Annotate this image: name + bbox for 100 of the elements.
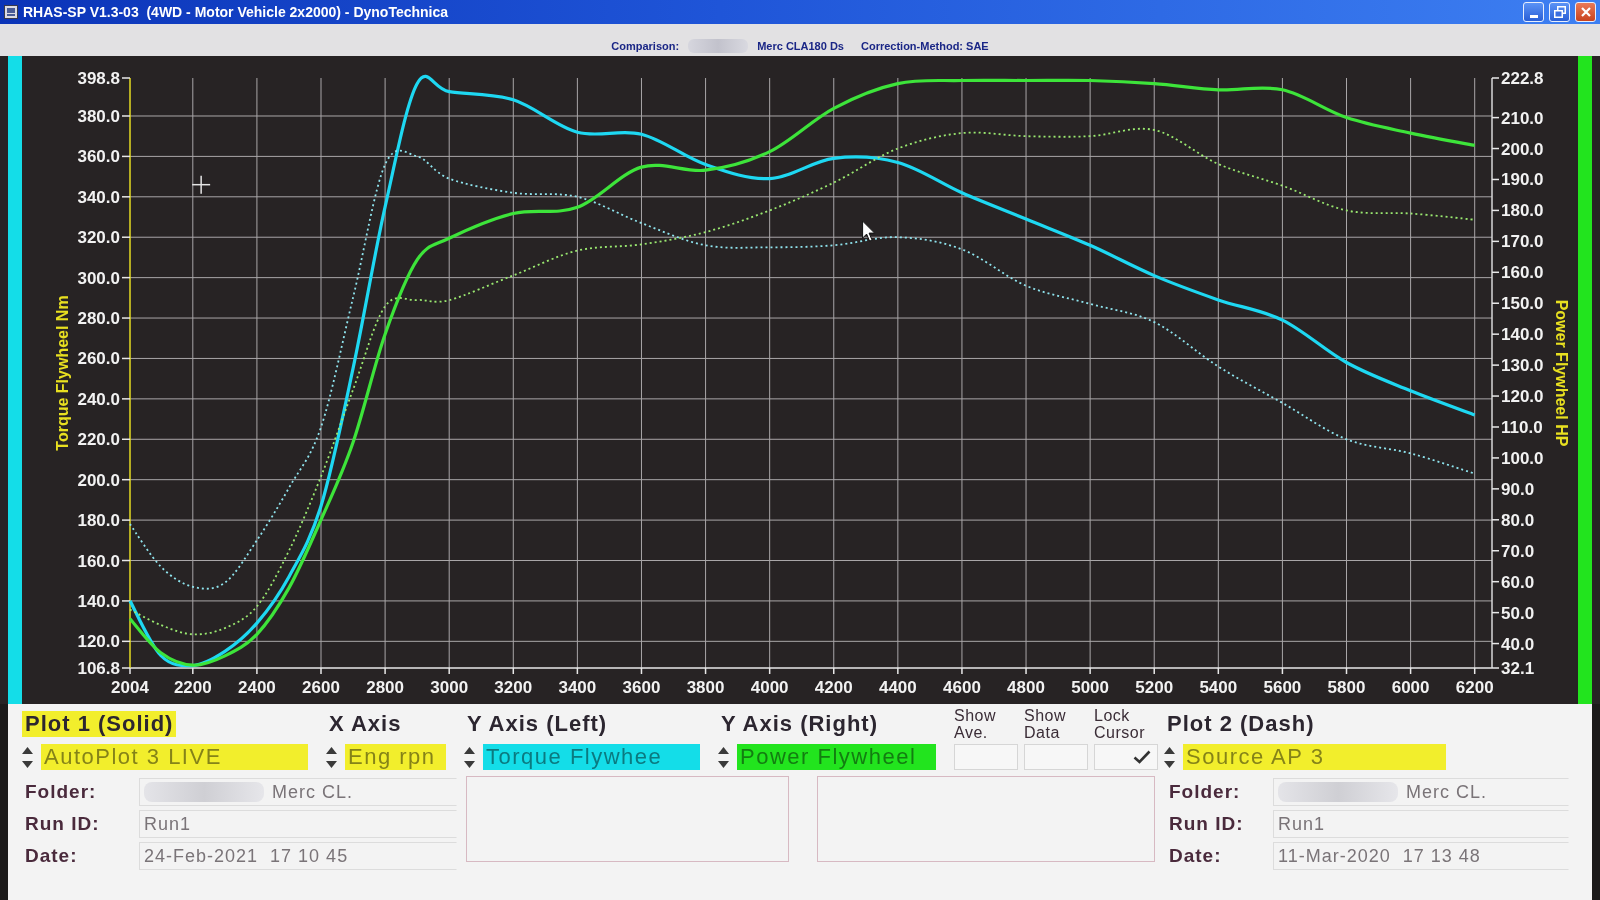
checkbox-label: Show Ave.	[954, 707, 998, 741]
right-tick-label: 140.0	[1501, 325, 1544, 345]
crosshair-icon	[191, 174, 211, 195]
restore-button[interactable]	[1549, 2, 1570, 22]
field-label: Run ID:	[25, 811, 101, 836]
field-label: Folder:	[1169, 779, 1242, 804]
x-tick-label: 3000	[430, 678, 469, 697]
close-icon	[1580, 7, 1591, 17]
checkbox[interactable]	[1024, 744, 1088, 770]
right-tick-label: 60.0	[1501, 572, 1535, 592]
right-axis-title: Power Flywheel HP	[1553, 299, 1570, 447]
right-tick-label: 150.0	[1501, 294, 1544, 314]
spin-arrows-icon[interactable]	[326, 746, 337, 768]
x-tick-label: 3800	[686, 678, 725, 697]
left-tick-label: 320.0	[77, 228, 120, 248]
left-tick-label: 300.0	[77, 268, 120, 288]
comparison-label: Comparison:	[611, 40, 680, 53]
right-tick-label: 40.0	[1501, 634, 1535, 654]
right-tick-label: 32.1	[1501, 659, 1535, 678]
minimize-icon	[1529, 14, 1538, 18]
right-tick-label: 110.0	[1501, 418, 1543, 437]
left-tick-label: 260.0	[77, 349, 120, 369]
x-tick-label: 4000	[750, 678, 789, 697]
left-tick-label: 240.0	[77, 389, 120, 409]
app-icon	[4, 5, 18, 19]
x-tick-label: 6000	[1391, 678, 1430, 697]
dropdown-field[interactable]: AutoPlot 3 LIVE	[41, 744, 308, 770]
column-heading: Y Axis (Right)	[720, 711, 879, 737]
right-tick-label: 222.8	[1501, 69, 1544, 88]
field-value: Merc CL.	[1406, 780, 1487, 804]
x-tick-label: 5600	[1263, 678, 1302, 697]
x-tick-label: 5200	[1135, 678, 1174, 697]
right-tick-label: 70.0	[1501, 541, 1535, 561]
field-label: Run ID:	[1169, 811, 1245, 836]
field-label: Folder:	[25, 779, 98, 804]
minimize-button[interactable]	[1523, 2, 1544, 22]
left-tick-label: 398.8	[77, 69, 120, 88]
x-tick-label: 3400	[558, 678, 597, 697]
right-tick-label: 130.0	[1501, 356, 1544, 376]
x-tick-label: 4400	[878, 678, 917, 697]
window-title: RHAS-SP V1.3-03 (4WD - Motor Vehicle 2x2000) - DynoTechnica	[23, 3, 449, 21]
right-tick-label: 100.0	[1501, 448, 1544, 468]
correction-method: Correction-Method: SAE	[860, 40, 989, 53]
checkbox-label: Lock Cursor	[1094, 707, 1146, 741]
x-tick-label: 5400	[1199, 678, 1238, 697]
right-tick-label: 80.0	[1501, 510, 1535, 530]
field-value: Run1	[144, 812, 192, 836]
spin-arrows-icon[interactable]	[22, 746, 33, 768]
spin-arrows-icon[interactable]	[718, 746, 729, 768]
column-heading: Plot 2 (Dash)	[1166, 711, 1316, 737]
right-tick-label: 50.0	[1501, 603, 1535, 623]
right-tick-label: 170.0	[1501, 232, 1544, 252]
left-tick-label: 280.0	[77, 309, 120, 329]
mouse-pointer-icon	[862, 220, 876, 242]
left-tick-label: 340.0	[77, 187, 120, 207]
left-tick-label: 160.0	[77, 551, 120, 571]
column-heading: Plot 1 (Solid)	[22, 711, 177, 737]
x-tick-label: 4800	[1007, 678, 1045, 697]
checkmark-icon	[1133, 750, 1151, 764]
spin-arrows-icon[interactable]	[464, 746, 475, 768]
column-heading: X Axis	[328, 711, 403, 737]
x-tick-label: 6200	[1455, 678, 1494, 697]
left-tick-label: 220.0	[77, 430, 120, 450]
spin-arrows-icon[interactable]	[1164, 746, 1175, 768]
field-value: 24-Feb-2021 17 10 45	[144, 844, 349, 868]
checkbox[interactable]	[954, 744, 1018, 770]
x-tick-label: 4600	[943, 678, 981, 697]
dropdown-field[interactable]: Power Flywheel	[737, 744, 936, 770]
checkbox[interactable]	[1094, 744, 1158, 770]
x-tick-label: 3200	[494, 678, 533, 697]
x-tick-label: 2800	[366, 678, 404, 697]
x-tick-label: 3600	[622, 678, 661, 697]
right-tick-label: 160.0	[1501, 263, 1544, 283]
checkbox-label: Show Data	[1024, 707, 1068, 741]
right-tick-label: 200.0	[1501, 139, 1544, 159]
x-tick-label: 2004	[111, 678, 149, 697]
left-tick-label: 200.0	[77, 470, 120, 490]
x-tick-label: 2200	[173, 678, 212, 697]
dropdown-field[interactable]: Source AP 3	[1183, 744, 1446, 770]
field-value: 11-Mar-2020 17 13 48	[1278, 844, 1481, 868]
left-axis-title: Torque Flywheel Nm	[54, 295, 71, 451]
right-tick-label: 190.0	[1501, 170, 1544, 190]
right-tick-label: 90.0	[1501, 479, 1535, 499]
left-tick-label: 380.0	[77, 107, 120, 126]
dropdown-field[interactable]: Torque Flywhee	[483, 744, 700, 770]
x-tick-label: 5800	[1327, 678, 1366, 697]
right-tick-label: 180.0	[1501, 201, 1544, 221]
left-tick-label: 120.0	[77, 632, 120, 652]
left-tick-label: 360.0	[77, 147, 120, 167]
field-value: Run1	[1278, 812, 1326, 836]
left-tick-label: 106.8	[77, 659, 120, 678]
x-tick-label: 5000	[1071, 678, 1110, 697]
dropdown-field[interactable]: Eng rpn	[345, 744, 446, 770]
right-tick-label: 120.0	[1501, 387, 1544, 407]
left-tick-label: 180.0	[77, 511, 120, 531]
column-heading: Y Axis (Left)	[466, 711, 609, 737]
close-button[interactable]	[1575, 2, 1596, 22]
comparison-vehicle: Merc CLA180 Ds	[757, 40, 844, 53]
x-tick-label: 2600	[302, 678, 340, 697]
left-tick-label: 140.0	[77, 591, 120, 611]
